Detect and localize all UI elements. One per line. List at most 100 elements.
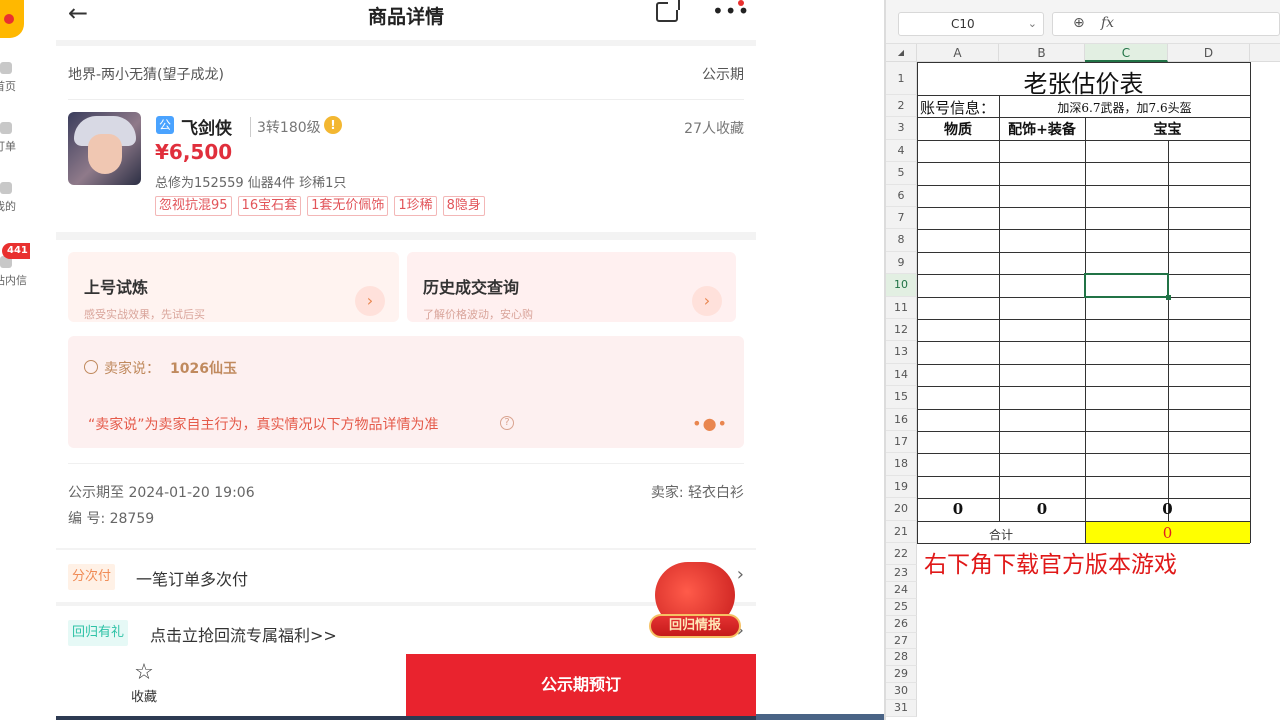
row-header-27[interactable]: 27 — [886, 632, 917, 650]
character-avatar[interactable] — [68, 112, 141, 185]
product-card: 地界-两小无猜(望子成龙) 公示期 公 飞剑侠 3转180级 ! 27人收藏 ¥… — [56, 46, 756, 232]
column-title: 配饰+装备 — [1008, 122, 1076, 139]
row-header-30[interactable]: 30 — [886, 683, 917, 700]
row-header-22[interactable]: 22 — [886, 543, 917, 566]
column-title: 宝宝 — [1153, 122, 1182, 139]
nav-item-label: 首页 — [0, 80, 16, 93]
preorder-button[interactable]: 公示期预订 — [406, 654, 756, 716]
row-header-17[interactable]: 17 — [886, 431, 917, 454]
return-news-float-button[interactable]: 回归情报 — [649, 562, 741, 642]
formula-input[interactable]: ⊕ fx — [1052, 12, 1280, 36]
seller-name[interactable]: 卖家: 轻衣白衫 — [651, 482, 744, 502]
total-value[interactable]: 0 — [1085, 524, 1250, 542]
product-detail-panel: ← 商品详情 ••• 地界-两小无猜(望子成龙) 公示期 公 飞剑侠 3转180… — [56, 0, 756, 720]
function-icon[interactable]: fx — [1101, 15, 1114, 31]
row-header-3[interactable]: 3 — [886, 117, 917, 140]
subtotal-cell[interactable]: 0 — [917, 500, 999, 518]
row-header-9[interactable]: 9 — [886, 251, 917, 275]
row-header-25[interactable]: 25 — [886, 599, 917, 616]
name-box[interactable]: C10 ⌄ — [898, 12, 1044, 36]
select-all-corner[interactable]: ◢ — [886, 44, 917, 62]
character-stats: 总修为152559 仙器4件 珍稀1只 — [155, 176, 347, 191]
row-header-15[interactable]: 15 — [886, 386, 917, 409]
row-header-31[interactable]: 31 — [886, 699, 917, 717]
row-header-14[interactable]: 14 — [886, 363, 917, 387]
column-header-d[interactable]: D — [1168, 44, 1250, 62]
share-icon[interactable] — [656, 0, 680, 22]
home-icon — [0, 62, 12, 74]
active-cell[interactable] — [1084, 273, 1171, 301]
row-header-28[interactable]: 28 — [886, 649, 917, 667]
sheet-title: 老张估价表 — [1023, 70, 1144, 98]
more-icon[interactable]: ••• — [712, 0, 750, 22]
nav-item-home[interactable]: 首页 — [0, 62, 30, 94]
server-region: 地界-两小无猜(望子成龙) — [68, 67, 224, 83]
row-header-1[interactable]: 1 — [886, 62, 917, 95]
tag-list: 忽视抗混95 16宝石套 1套无价佩饰 1珍稀 8隐身 — [155, 196, 485, 218]
row-header-12[interactable]: 12 — [886, 319, 917, 342]
column-header-b[interactable]: B — [999, 44, 1085, 62]
grid-hline — [917, 162, 1250, 164]
zoom-icon[interactable]: ⊕ — [1073, 15, 1085, 31]
chevron-down-icon[interactable]: ⌄ — [1028, 13, 1037, 35]
grid-hline — [917, 319, 1250, 320]
subtotal-cell[interactable]: 0 — [999, 500, 1085, 518]
nav-item-messages[interactable]: 站内信 — [0, 256, 30, 288]
row-header-29[interactable]: 29 — [886, 666, 917, 683]
column-header-a[interactable]: A — [917, 44, 999, 62]
seller-note-value: 1026仙玉 — [170, 361, 237, 377]
trial-button[interactable]: 上号试炼 感受实战效果，先试后买 › — [68, 252, 399, 322]
row-header-4[interactable]: 4 — [886, 139, 917, 163]
row-header-2[interactable]: 2 — [886, 95, 917, 118]
row-header-18[interactable]: 18 — [886, 453, 917, 476]
row-header-23[interactable]: 23 — [886, 565, 917, 583]
row-header-10[interactable]: 10 — [886, 274, 917, 297]
grid-hline — [917, 341, 1250, 343]
star-icon: ☆ — [134, 660, 154, 685]
info-icon[interactable]: ! — [324, 116, 342, 134]
history-title: 历史成交查询 — [423, 278, 520, 297]
grid-hline — [917, 184, 1250, 186]
grid-hline — [917, 363, 1250, 365]
row-header-26[interactable]: 26 — [886, 615, 917, 633]
taskbar-strip — [756, 714, 884, 720]
row-header-16[interactable]: 16 — [886, 408, 917, 431]
row-header-20[interactable]: 20 — [886, 498, 917, 521]
grid-vline — [1168, 139, 1169, 521]
top-bar: ← 商品详情 ••• — [56, 0, 756, 40]
row-header-24[interactable]: 24 — [886, 582, 917, 599]
divider — [68, 99, 744, 100]
chevron-right-icon: › — [692, 286, 722, 316]
name-box-value: C10 — [951, 17, 975, 31]
row-header-6[interactable]: 6 — [886, 184, 917, 207]
seller-note-label: 卖家说： — [104, 361, 160, 377]
favorite-label: 收藏 — [130, 690, 157, 705]
app-logo[interactable] — [0, 0, 24, 38]
grid-hline — [917, 475, 1250, 477]
row-header-19[interactable]: 19 — [886, 475, 917, 499]
row-header-11[interactable]: 11 — [886, 296, 917, 319]
row-header-13[interactable]: 13 — [886, 341, 917, 364]
favorite-button[interactable]: ☆ 收藏 — [116, 660, 172, 705]
seller-note-disclaimer: “卖家说”为卖家自主行为，真实情况以下方物品详情为准 — [88, 417, 439, 433]
tag: 16宝石套 — [237, 196, 302, 216]
installment-pill: 分次付 — [68, 564, 116, 590]
account-info: 加深6.7武器，加7.6头盔 — [1057, 101, 1192, 115]
row-header-5[interactable]: 5 — [886, 162, 917, 185]
return-gift-text: 点击立抢回流专属福利>> — [150, 626, 337, 645]
tag: 1珍稀 — [394, 196, 437, 216]
row-header-21[interactable]: 21 — [886, 520, 917, 543]
public-until: 公示期至 2024-01-20 19:06 — [68, 485, 255, 501]
column-header-c[interactable]: C — [1085, 44, 1168, 62]
help-icon[interactable]: ? — [500, 416, 514, 430]
tag: 8隐身 — [442, 196, 485, 216]
nav-item-orders[interactable]: 订单 — [0, 122, 30, 154]
listing-serial: 编 号: 28759 — [68, 511, 155, 527]
speech-icon — [84, 360, 98, 374]
gap-area — [756, 0, 884, 720]
nav-item-mine[interactable]: 我的 — [0, 182, 30, 214]
row-header-7[interactable]: 7 — [886, 207, 917, 230]
history-button[interactable]: 历史成交查询 了解价格波动，安心购 › — [407, 252, 736, 322]
row-header-8[interactable]: 8 — [886, 229, 917, 252]
subtotal-cell[interactable]: 0 — [1085, 500, 1250, 518]
